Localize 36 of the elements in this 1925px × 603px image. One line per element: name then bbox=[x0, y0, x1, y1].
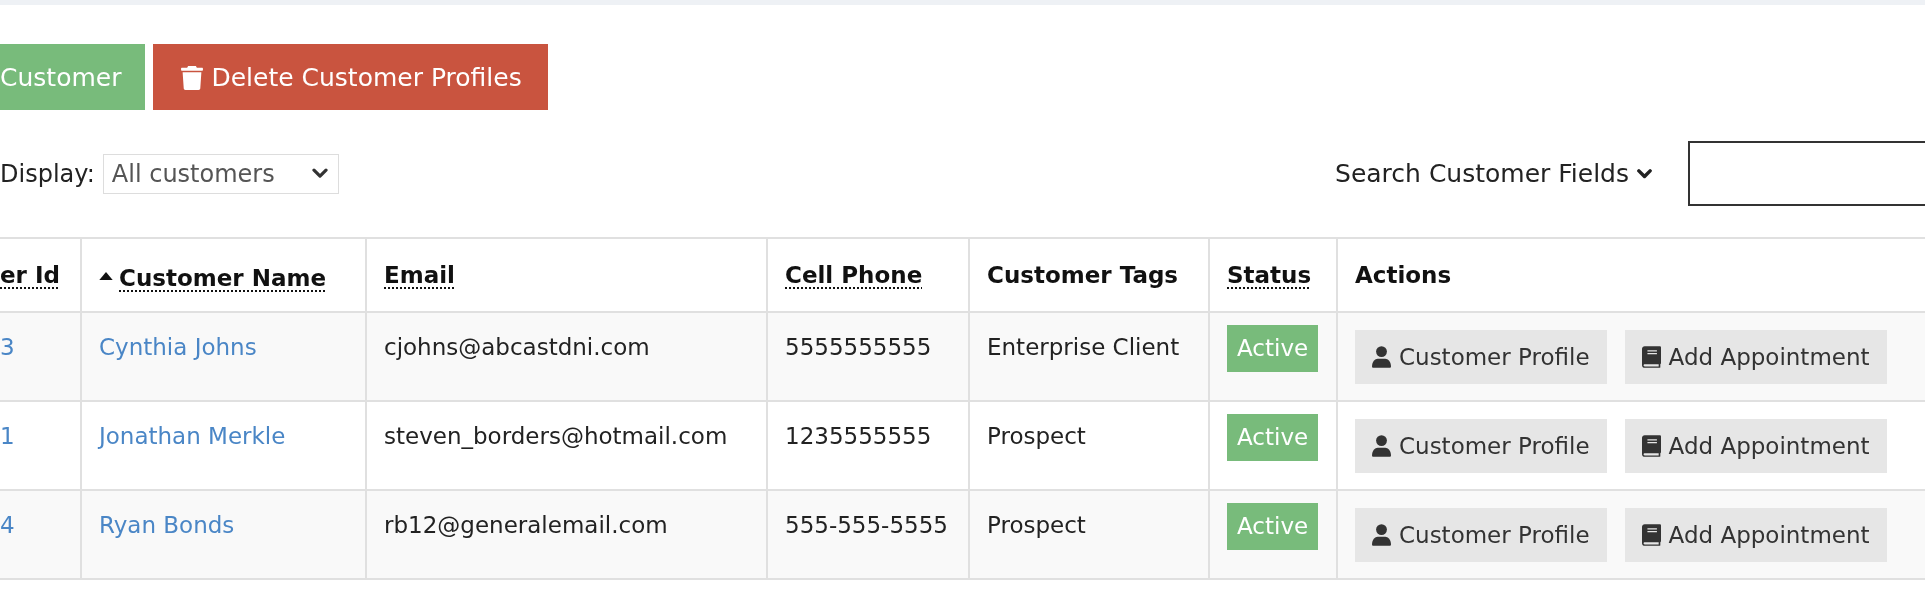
customer-profile-button[interactable]: Customer Profile bbox=[1355, 419, 1607, 473]
add-appointment-button[interactable]: Add Appointment bbox=[1624, 508, 1887, 562]
customer-profile-button[interactable]: Customer Profile bbox=[1355, 508, 1607, 562]
person-icon bbox=[1372, 524, 1391, 546]
tags-cell: Prospect bbox=[969, 490, 1209, 579]
book-icon bbox=[1641, 524, 1661, 546]
person-icon bbox=[1372, 346, 1391, 368]
customer-id-link[interactable]: 1 bbox=[0, 423, 15, 449]
chevron-down-icon bbox=[1637, 168, 1652, 179]
display-label: Display: bbox=[0, 159, 95, 188]
customer-id-link[interactable]: 3 bbox=[0, 334, 15, 360]
book-icon bbox=[1641, 435, 1661, 457]
customer-profile-button[interactable]: Customer Profile bbox=[1355, 330, 1607, 384]
add-appointment-button[interactable]: Add Appointment bbox=[1624, 419, 1887, 473]
sort-ascending-icon bbox=[99, 272, 113, 280]
trash-icon bbox=[181, 64, 204, 90]
email-cell: rb12@generalemail.com bbox=[366, 490, 767, 579]
phone-cell: 555-555-5555 bbox=[767, 490, 969, 579]
search-fields-dropdown[interactable]: Search Customer Fields bbox=[1335, 159, 1652, 188]
customer-name-link[interactable]: Ryan Bonds bbox=[99, 512, 235, 538]
status-badge: Active bbox=[1227, 414, 1319, 461]
column-header: Customer Tags bbox=[987, 262, 1179, 288]
column-header[interactable]: Email bbox=[384, 262, 455, 288]
customer-name-link[interactable]: Cynthia Johns bbox=[99, 334, 257, 360]
customer-name-link[interactable]: Jonathan Merkle bbox=[99, 423, 286, 449]
status-badge: Active bbox=[1227, 503, 1319, 550]
search-field[interactable] bbox=[1688, 141, 1925, 206]
display-select[interactable]: All customers bbox=[102, 153, 339, 194]
column-header: Actions bbox=[1355, 262, 1452, 288]
chevron-down-icon bbox=[311, 168, 328, 179]
add-appointment-button[interactable]: Add Appointment bbox=[1624, 330, 1887, 384]
person-icon bbox=[1372, 435, 1391, 457]
customer-id-link[interactable]: 4 bbox=[0, 512, 15, 538]
status-badge: Active bbox=[1227, 325, 1319, 372]
delete-profiles-button[interactable]: Delete Customer Profiles bbox=[153, 44, 548, 110]
book-icon bbox=[1641, 346, 1661, 368]
